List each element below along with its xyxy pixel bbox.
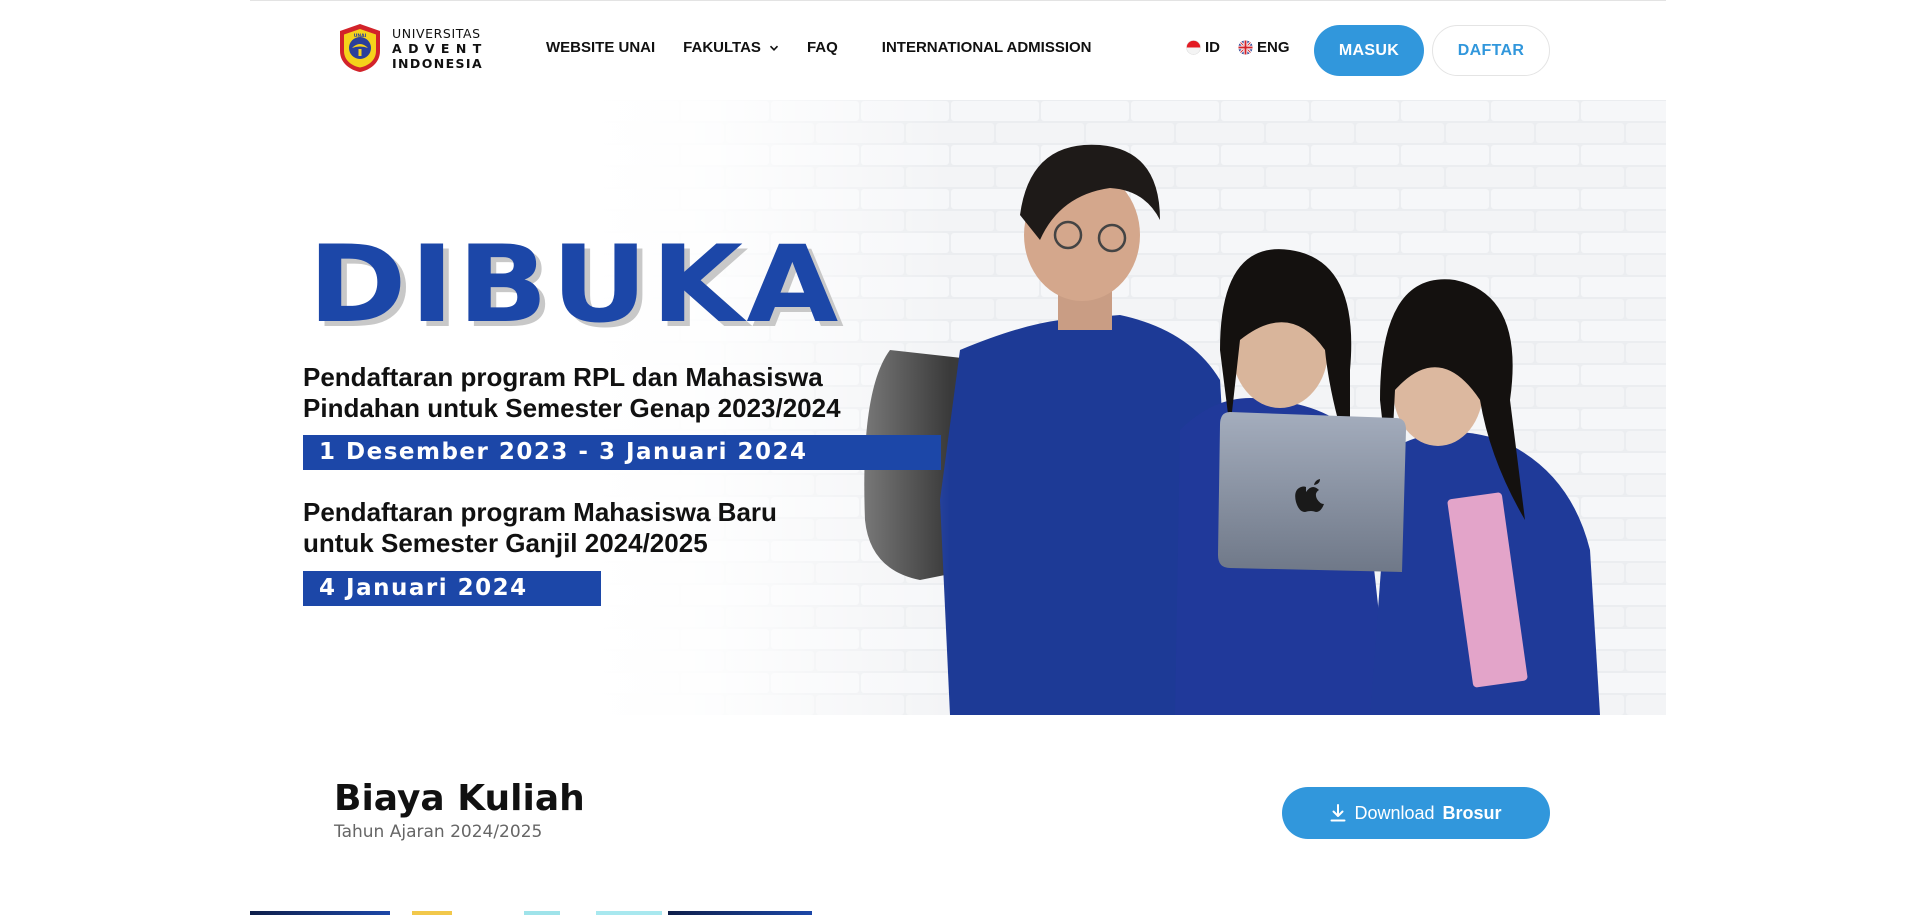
seal-text: UNAI	[354, 33, 367, 39]
logo-line-1: UNIVERSITAS	[392, 25, 481, 41]
tuition-card-strip-1	[250, 911, 390, 915]
nav-faq[interactable]: FAQ	[807, 39, 838, 56]
nav-international-admission-label: INTERNATIONAL ADMISSION	[881, 39, 1092, 56]
hero-block-1-line-1: Pendaftaran program RPL dan Mahasiswa	[303, 362, 823, 392]
tuition-card-strip-5	[668, 911, 812, 915]
logo-line-2: ADVENT	[392, 40, 488, 56]
nav-website-unai-label: WEBSITE UNAI	[546, 39, 656, 56]
lang-eng[interactable]: ENG	[1238, 39, 1290, 56]
uk-flag-icon	[1238, 40, 1253, 55]
hero-headline: DIBUKA	[308, 223, 842, 346]
nav-fakultas[interactable]: FAKULTAS	[683, 39, 779, 56]
nav-website-unai[interactable]: WEBSITE UNAI	[546, 39, 655, 56]
nav-fakultas-label: FAKULTAS	[683, 39, 761, 56]
hero-block-1-date: 1 Desember 2023 - 3 Januari 2024	[303, 435, 941, 470]
tuition-title: Biaya Kuliah	[334, 778, 585, 819]
hero-block-2-text: Pendaftaran program Mahasiswa Baru untuk…	[303, 497, 777, 559]
tuition-card-strip-3	[524, 911, 560, 915]
lang-id[interactable]: ID	[1186, 39, 1220, 56]
unai-seal-icon: UNAI	[340, 24, 380, 72]
hero-block-2-line-1: Pendaftaran program Mahasiswa Baru	[303, 497, 777, 527]
lang-id-label: ID	[1205, 39, 1220, 56]
chevron-down-icon	[769, 45, 779, 51]
lang-eng-label: ENG	[1257, 39, 1290, 56]
unai-logo[interactable]: UNAI UNIVERSITAS ADVENT INDONESIA	[336, 23, 488, 73]
download-label-bold: Brosur	[1442, 802, 1502, 823]
main-nav: WEBSITE UNAI FAKULTAS FAQ INTERNATIONAL …	[546, 39, 1092, 56]
tuition-card-strip-4	[596, 911, 662, 915]
nav-international-admission[interactable]: INTERNATIONAL ADMISSION	[882, 39, 1092, 56]
site-header: UNAI UNIVERSITAS ADVENT INDONESIA WEBSIT…	[0, 1, 1918, 99]
logo-wordmark: UNIVERSITAS ADVENT INDONESIA	[392, 26, 488, 71]
hero-block-1-line-2: Pindahan untuk Semester Genap 2023/2024	[303, 393, 841, 423]
download-label: Download	[1354, 802, 1435, 823]
download-brochure-button[interactable]: Download Brosur	[1282, 787, 1550, 839]
hero-block-2-date: 4 Januari 2024	[303, 571, 601, 606]
nav-faq-label: FAQ	[806, 39, 838, 56]
register-button[interactable]: DAFTAR	[1432, 25, 1550, 76]
hero-block-2-line-2: untuk Semester Ganjil 2024/2025	[303, 528, 708, 558]
hero-banner: DIBUKA Pendaftaran program RPL dan Mahas…	[250, 100, 1666, 715]
login-button[interactable]: MASUK	[1314, 25, 1424, 76]
tuition-subtitle: Tahun Ajaran 2024/2025	[334, 822, 543, 842]
hero-block-1-text: Pendaftaran program RPL dan Mahasiswa Pi…	[303, 362, 841, 424]
indonesia-flag-icon	[1186, 40, 1201, 55]
download-icon	[1330, 804, 1346, 822]
hero-headline-wrap: DIBUKA	[308, 232, 838, 338]
tuition-card-strip-2	[412, 911, 452, 915]
logo-line-3: INDONESIA	[392, 55, 484, 71]
